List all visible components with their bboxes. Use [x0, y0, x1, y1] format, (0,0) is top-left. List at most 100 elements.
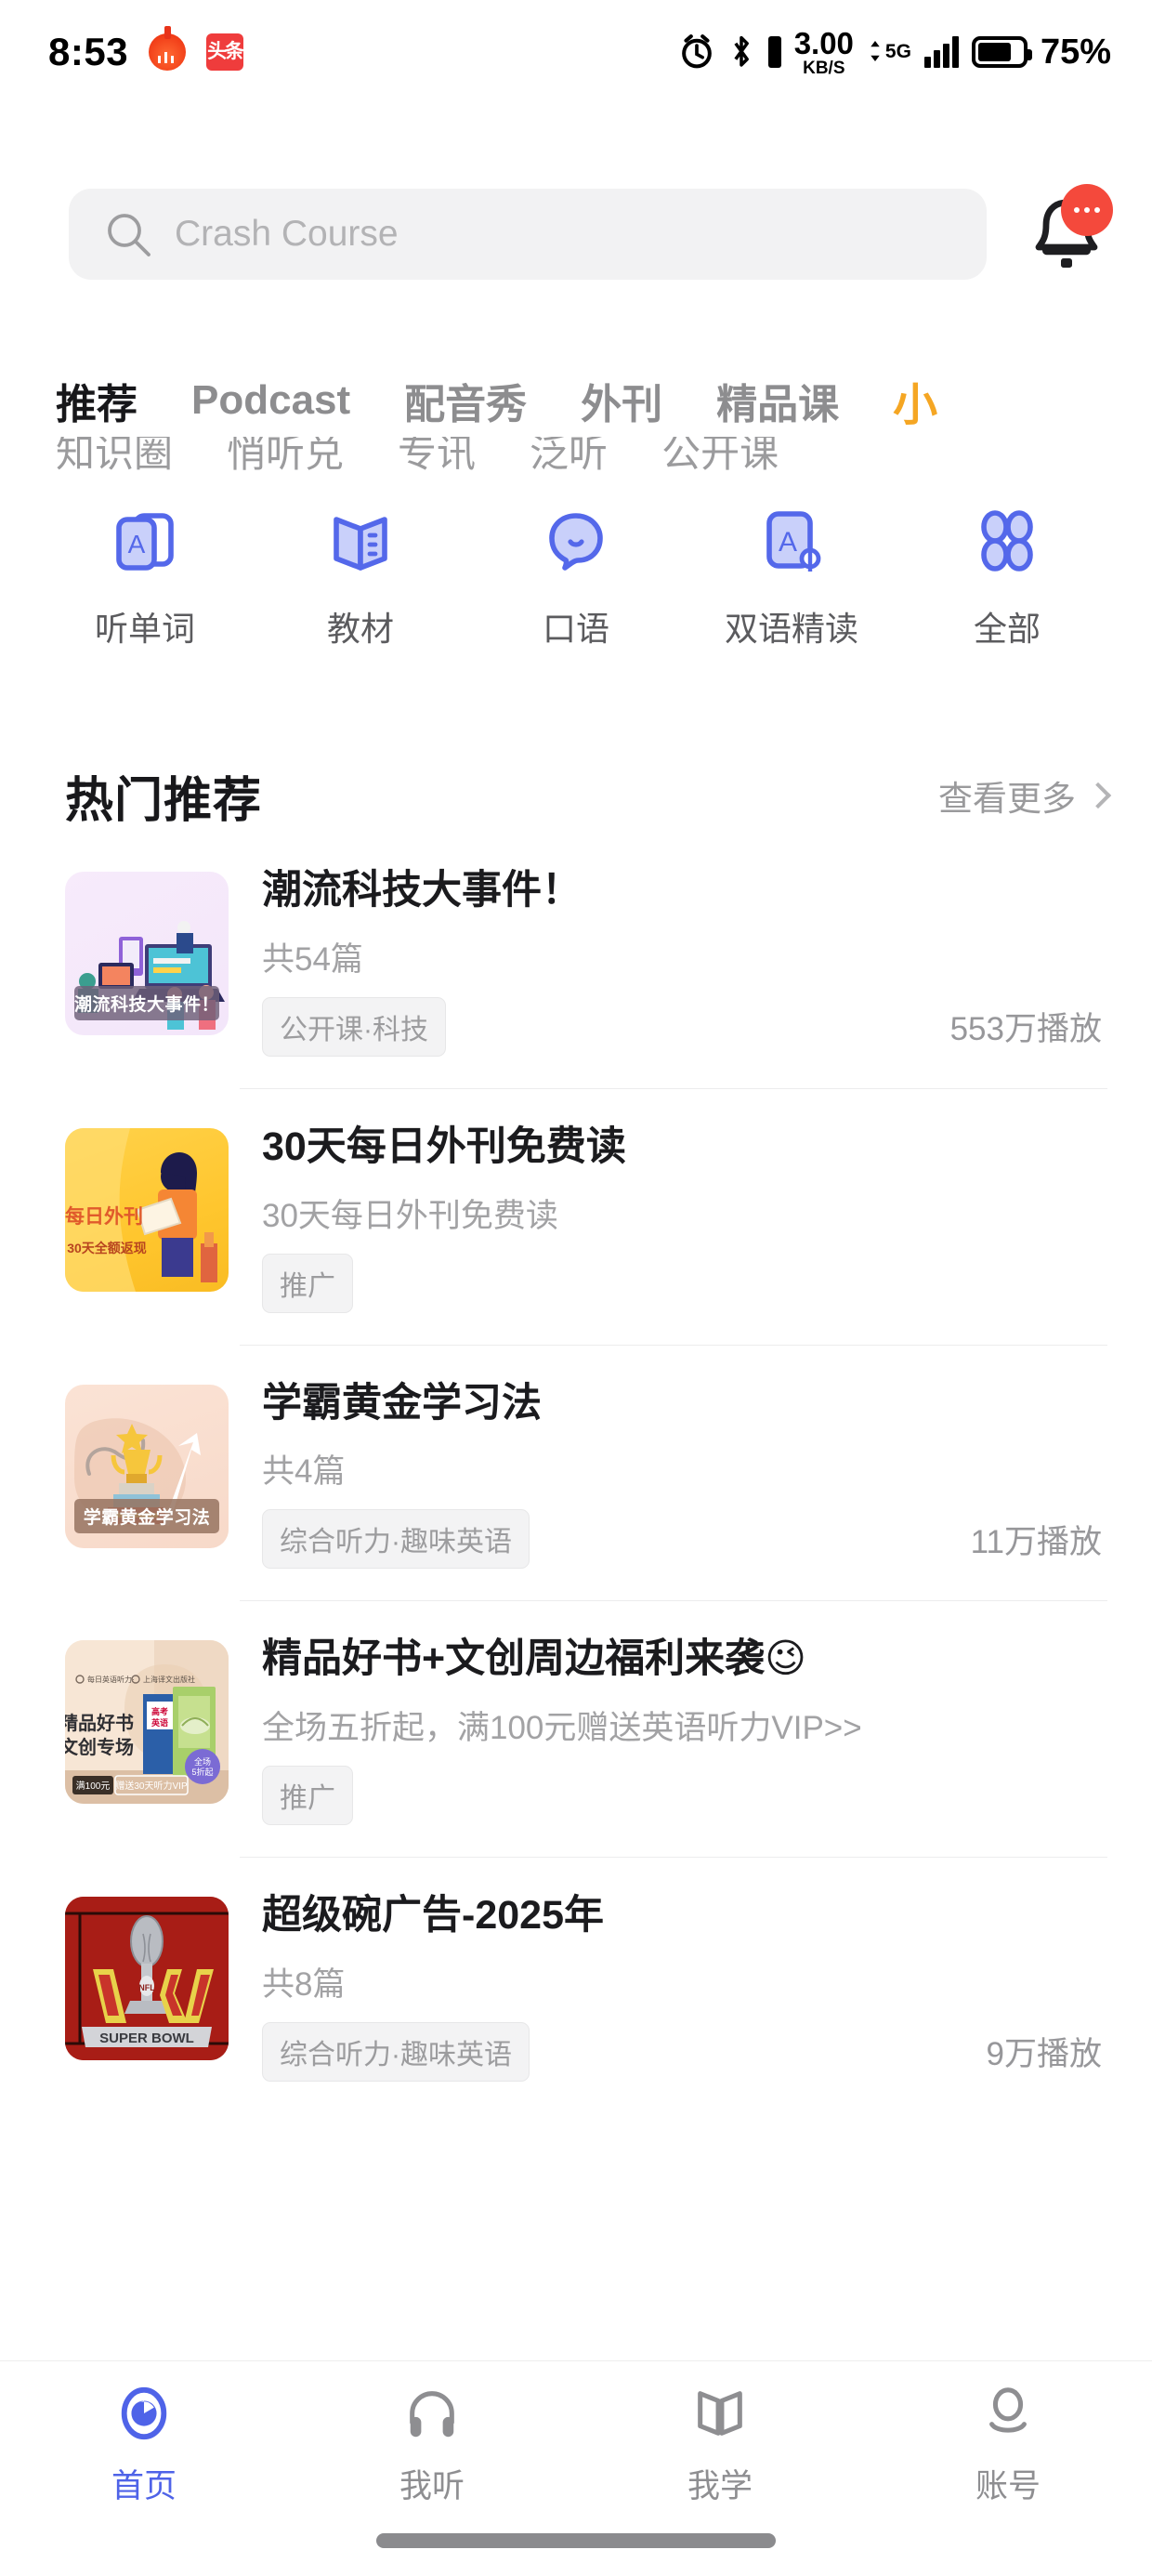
- network-speed: 3.00 KB/S: [793, 25, 854, 78]
- recommendation-list: 潮流科技大事件！ 潮流科技大事件！ 共54篇 公开课·科技 553万播放 每日外…: [0, 864, 1152, 2082]
- thumbnail-art: 每日外刊 30天全额返现: [65, 1127, 217, 1292]
- view-more-button[interactable]: 查看更多: [938, 770, 1112, 821]
- list-divider: [240, 1344, 1107, 1346]
- item-title: 30天每日外刊免费读: [262, 1124, 626, 1169]
- headphones-icon: [400, 2382, 464, 2445]
- subtab-fanting[interactable]: 泛听: [530, 437, 608, 476]
- item-footer: 公开课·科技 553万播放: [262, 996, 1107, 1057]
- item-thumbnail: 每日英语听力· 上海译文出版社 高考 英语 精品好书 文创专场 满100元 赠送…: [65, 1640, 229, 1805]
- nav-study[interactable]: 我学: [576, 2382, 864, 2512]
- book-icon: [688, 2382, 752, 2445]
- item-footer: 综合听力·趣味英语 11万播放: [262, 1509, 1107, 1570]
- tab-tuijian[interactable]: 推荐: [56, 371, 137, 430]
- item-play-count: 553万播放: [949, 1011, 1102, 1048]
- category-speaking[interactable]: 口语: [488, 502, 664, 651]
- item-tag: 综合听力·趣味英语: [262, 2021, 530, 2082]
- tab-podcast[interactable]: Podcast: [191, 377, 350, 424]
- category-all[interactable]: 全部: [919, 502, 1095, 651]
- svg-text:满100元: 满100元: [76, 1781, 111, 1792]
- open-book-icon: [321, 502, 400, 582]
- list-item[interactable]: 每日英语听力· 上海译文出版社 高考 英语 精品好书 文创专场 满100元 赠送…: [0, 1633, 1152, 1825]
- subtab-zhuanxun[interactable]: 专讯: [398, 437, 476, 476]
- nav-listen[interactable]: 我听: [288, 2382, 576, 2512]
- nav-label: 我听: [399, 2468, 465, 2504]
- tab-jingpinke[interactable]: 精品课: [716, 371, 839, 430]
- nav-label: 首页: [111, 2468, 177, 2504]
- thumbnail-caption: 学霸黄金学习法: [74, 1498, 219, 1533]
- home-target-icon: [112, 2382, 176, 2445]
- tab-waikan[interactable]: 外刊: [581, 371, 662, 430]
- item-tag: 推广: [262, 1766, 353, 1825]
- item-tag: 推广: [262, 1253, 353, 1313]
- list-item[interactable]: NFL SUPER BOWL 超级碗广告-2025年 共8篇 综合听力·趣味英语…: [0, 1889, 1152, 2082]
- search-input[interactable]: Crash Course: [69, 189, 987, 280]
- svg-text:赠送30天听力VIP: 赠送30天听力VIP: [115, 1780, 188, 1792]
- item-body: 30天每日外刊免费读 30天每日外刊免费读 推广: [262, 1121, 1107, 1313]
- alarm-icon: [681, 34, 712, 69]
- grid-all-icon: [967, 502, 1047, 582]
- app-notification-icon-1: [149, 26, 187, 71]
- search-icon: [108, 214, 151, 256]
- svg-text:高考: 高考: [151, 1706, 168, 1716]
- item-subtitle: 共54篇: [262, 940, 363, 978]
- subtab-zhishiquan[interactable]: 知识圈: [56, 437, 173, 476]
- list-divider: [240, 1600, 1107, 1602]
- top-tabs[interactable]: 推荐 Podcast 配音秀 外刊 精品课 小: [0, 362, 1152, 439]
- home-indicator[interactable]: [376, 2533, 776, 2548]
- svg-text:精品好书: 精品好书: [65, 1712, 134, 1734]
- svg-text:A: A: [128, 530, 146, 559]
- nav-label: 账号: [975, 2468, 1041, 2504]
- svg-text:NFL: NFL: [138, 1983, 155, 1992]
- battery-icon: [971, 36, 1032, 68]
- category-label: 教材: [326, 610, 394, 648]
- bluetooth-battery-icon: [767, 36, 781, 68]
- subtab-qiaotingdui[interactable]: 悄听兑: [227, 437, 344, 476]
- item-footer: 综合听力·趣味英语 9万播放: [262, 2021, 1107, 2082]
- signal-bars-icon: [923, 36, 959, 68]
- item-play-count: 11万播放: [970, 1523, 1102, 1560]
- speech-bubble-icon: [536, 502, 616, 582]
- nav-account[interactable]: 账号: [864, 2382, 1152, 2512]
- category-label: 全部: [973, 610, 1041, 648]
- item-title: 潮流科技大事件！: [262, 868, 582, 913]
- item-thumbnail: 学霸黄金学习法: [65, 1384, 229, 1548]
- subtab-label: 知识圈: [56, 437, 174, 475]
- updown-arrows-icon: [871, 41, 880, 61]
- word-card-icon: A: [105, 502, 185, 582]
- item-subtitle: 共4篇: [262, 1453, 346, 1491]
- list-item[interactable]: 潮流科技大事件！ 潮流科技大事件！ 共54篇 公开课·科技 553万播放: [0, 864, 1152, 1057]
- svg-text:英语: 英语: [151, 1717, 168, 1728]
- list-item[interactable]: 学霸黄金学习法 学霸黄金学习法 共4篇 综合听力·趣味英语 11万播放: [0, 1377, 1152, 1570]
- category-shortcuts: A 听单词 教材 口语 A 双语精读 全部: [0, 502, 1152, 678]
- item-title: 超级碗广告-2025年: [262, 1893, 604, 1938]
- chevron-right-icon: [1084, 782, 1112, 809]
- category-bilingual-reading[interactable]: A 双语精读: [703, 502, 880, 651]
- nav-label: 我学: [687, 2468, 753, 2504]
- item-body: 潮流科技大事件！ 共54篇 公开课·科技 553万播放: [262, 864, 1107, 1057]
- status-bar: 8:53 头条 3.00 KB/S 5G 75%: [0, 0, 1152, 104]
- item-play-count: 9万播放: [986, 2036, 1102, 2073]
- item-title: 精品好书+文创周边福利来袭😉: [262, 1636, 806, 1682]
- notification-badge: [1061, 184, 1113, 236]
- list-item[interactable]: 每日外刊 30天全额返现 30天每日外刊免费读 30天每日外刊免费读 推广: [0, 1121, 1152, 1313]
- thumbnail-caption: SUPER BOWL: [99, 2031, 194, 2046]
- svg-text:每日英语听力·: 每日英语听力·: [87, 1675, 135, 1684]
- bilingual-reading-icon: A: [752, 502, 831, 582]
- thumbnail-art: NFL SUPER BOWL: [65, 1897, 229, 2060]
- item-subtitle: 30天每日外刊免费读: [262, 1197, 558, 1234]
- subtab-gongkaike[interactable]: 公开课: [661, 437, 779, 476]
- category-listen-words[interactable]: A 听单词: [57, 502, 233, 651]
- notifications-button[interactable]: [1022, 184, 1113, 279]
- item-thumbnail: 潮流科技大事件！: [65, 872, 229, 1035]
- item-body: 学霸黄金学习法 共4篇 综合听力·趣味英语 11万播放: [262, 1377, 1107, 1570]
- list-divider: [240, 1087, 1107, 1089]
- tab-peiyinxiu[interactable]: 配音秀: [404, 371, 527, 430]
- sub-tabs[interactable]: 知识圈 悄听兑 专讯 泛听 公开课: [0, 437, 1152, 476]
- item-tag: 公开课·科技: [262, 996, 446, 1057]
- category-textbook[interactable]: 教材: [272, 502, 449, 651]
- thumb-text-line1: 每日外刊: [65, 1205, 143, 1228]
- category-label: 双语精读: [724, 610, 858, 648]
- bottom-navigation: 首页 我听 我学 账号: [0, 2360, 1152, 2576]
- nav-home[interactable]: 首页: [0, 2382, 288, 2512]
- tab-overflow-indicator[interactable]: 小: [893, 368, 937, 433]
